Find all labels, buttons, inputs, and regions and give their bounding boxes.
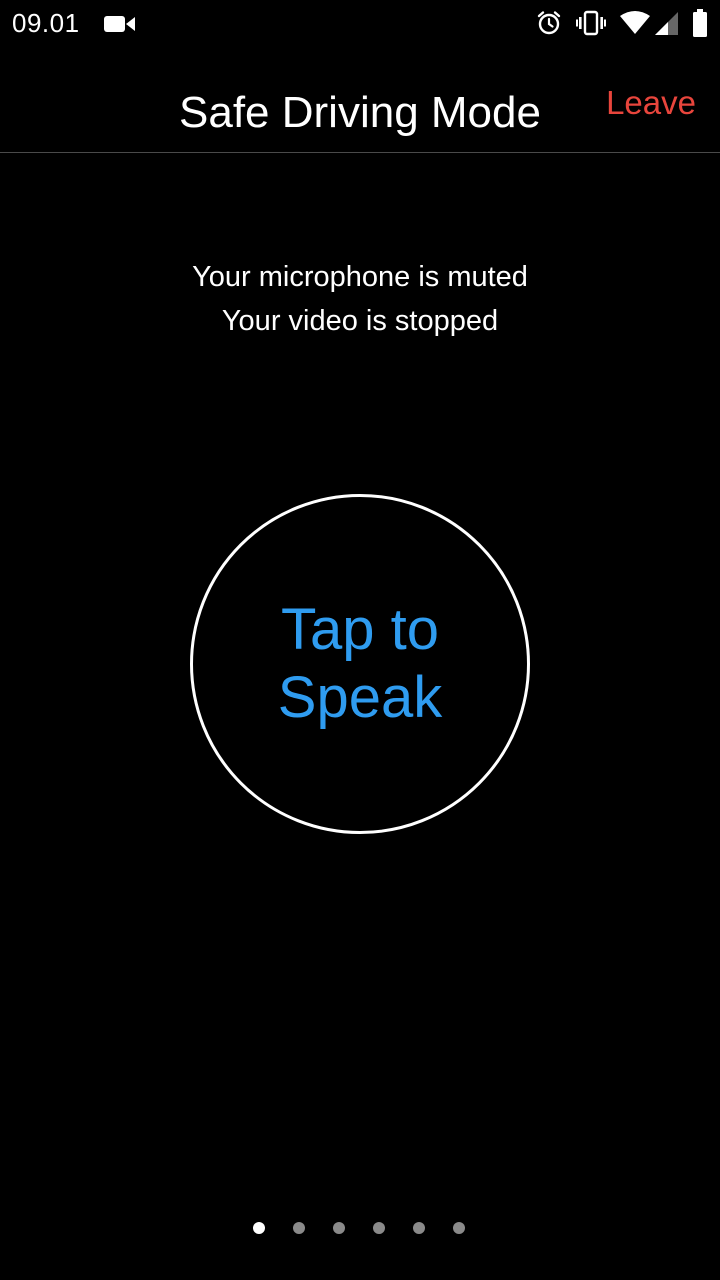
- page-dot[interactable]: [453, 1222, 465, 1234]
- page-dot[interactable]: [373, 1222, 385, 1234]
- leave-button[interactable]: Leave: [606, 84, 696, 122]
- page-dot[interactable]: [293, 1222, 305, 1234]
- speak-label-line1: Tap to: [281, 597, 439, 662]
- page-dot[interactable]: [333, 1222, 345, 1234]
- video-camera-icon: [104, 14, 136, 39]
- meeting-status: Your microphone is muted Your video is s…: [0, 255, 720, 343]
- page-dot[interactable]: [253, 1222, 265, 1234]
- page-dot[interactable]: [413, 1222, 425, 1234]
- wifi-icon: [620, 10, 650, 40]
- microphone-status-text: Your microphone is muted: [192, 261, 528, 293]
- video-status-text: Your video is stopped: [221, 305, 499, 337]
- status-bar: 09.01: [0, 0, 720, 48]
- cell-signal-icon: [654, 11, 678, 40]
- status-icons: [536, 8, 708, 42]
- speak-label-line2: Speak: [277, 665, 443, 730]
- status-time: 09.01: [12, 8, 80, 38]
- alarm-icon: [536, 10, 562, 41]
- page-indicator[interactable]: [0, 1222, 719, 1234]
- vibrate-icon: [576, 10, 606, 41]
- tap-to-speak-label: Tap to Speak: [278, 596, 442, 732]
- tap-to-speak-button[interactable]: Tap to Speak: [190, 494, 530, 834]
- battery-icon: [692, 8, 708, 42]
- app-header: Safe Driving Mode Leave: [0, 60, 720, 153]
